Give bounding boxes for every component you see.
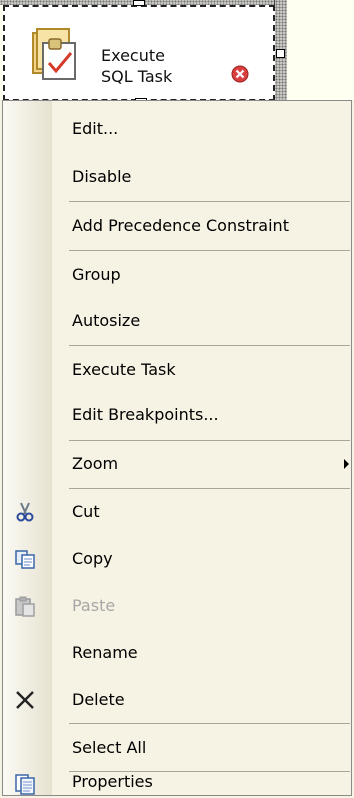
- delete-x-icon: [13, 688, 37, 712]
- menu-item-disable[interactable]: Disable: [3, 153, 351, 201]
- menu-item-label: Delete: [72, 690, 125, 709]
- menu-item-label: Execute Task: [72, 360, 176, 379]
- menu-item-label: Rename: [72, 643, 138, 662]
- menu-item-paste[interactable]: Paste: [3, 582, 351, 630]
- sql-task-icon: [25, 27, 81, 83]
- menu-item-label: Paste: [72, 596, 116, 615]
- menu-item-cut[interactable]: Cut: [3, 488, 351, 536]
- scissors-icon: [13, 500, 37, 524]
- copy-icon: [13, 547, 37, 571]
- menu-item-label: Autosize: [72, 311, 141, 330]
- properties-icon: [13, 772, 37, 796]
- menu-item-label: Copy: [72, 549, 113, 568]
- task-title-line2: SQL Task: [101, 67, 173, 86]
- menu-item-label: Properties: [72, 772, 153, 791]
- menu-item-label: Edit...: [72, 119, 119, 138]
- task-title-line1: Execute: [101, 46, 165, 65]
- submenu-arrow-icon: [344, 459, 349, 469]
- menu-item-execute-task[interactable]: Execute Task: [3, 346, 351, 394]
- menu-item-zoom[interactable]: Zoom: [3, 440, 351, 488]
- task-title: Execute SQL Task: [101, 45, 221, 87]
- menu-item-edit-breakpoints[interactable]: Edit Breakpoints...: [3, 391, 351, 439]
- menu-item-delete[interactable]: Delete: [3, 676, 351, 724]
- menu-item-copy[interactable]: Copy: [3, 535, 351, 583]
- menu-item-select-all[interactable]: Select All: [3, 724, 351, 772]
- execute-sql-task-shape[interactable]: Execute SQL Task: [3, 5, 275, 101]
- menu-item-label: Disable: [72, 167, 132, 186]
- resize-handle-right[interactable]: [276, 49, 285, 58]
- menu-item-label: Add Precedence Constraint: [72, 216, 289, 235]
- context-menu: Edit... Disable Add Precedence Constrain…: [2, 100, 352, 796]
- menu-item-label: Edit Breakpoints...: [72, 405, 219, 424]
- menu-item-add-precedence-constraint[interactable]: Add Precedence Constraint: [3, 202, 351, 250]
- menu-item-group[interactable]: Group: [3, 251, 351, 299]
- menu-item-rename[interactable]: Rename: [3, 629, 351, 677]
- resize-handle-top[interactable]: [133, 0, 145, 6]
- menu-item-label: Cut: [72, 502, 100, 521]
- menu-item-edit[interactable]: Edit...: [3, 105, 351, 153]
- error-icon: [231, 65, 249, 83]
- menu-item-properties[interactable]: Properties: [3, 772, 351, 796]
- menu-item-label: Select All: [72, 738, 147, 757]
- paste-icon: [13, 594, 37, 618]
- menu-item-label: Zoom: [72, 454, 119, 473]
- menu-item-label: Group: [72, 265, 121, 284]
- menu-item-autosize[interactable]: Autosize: [3, 297, 351, 345]
